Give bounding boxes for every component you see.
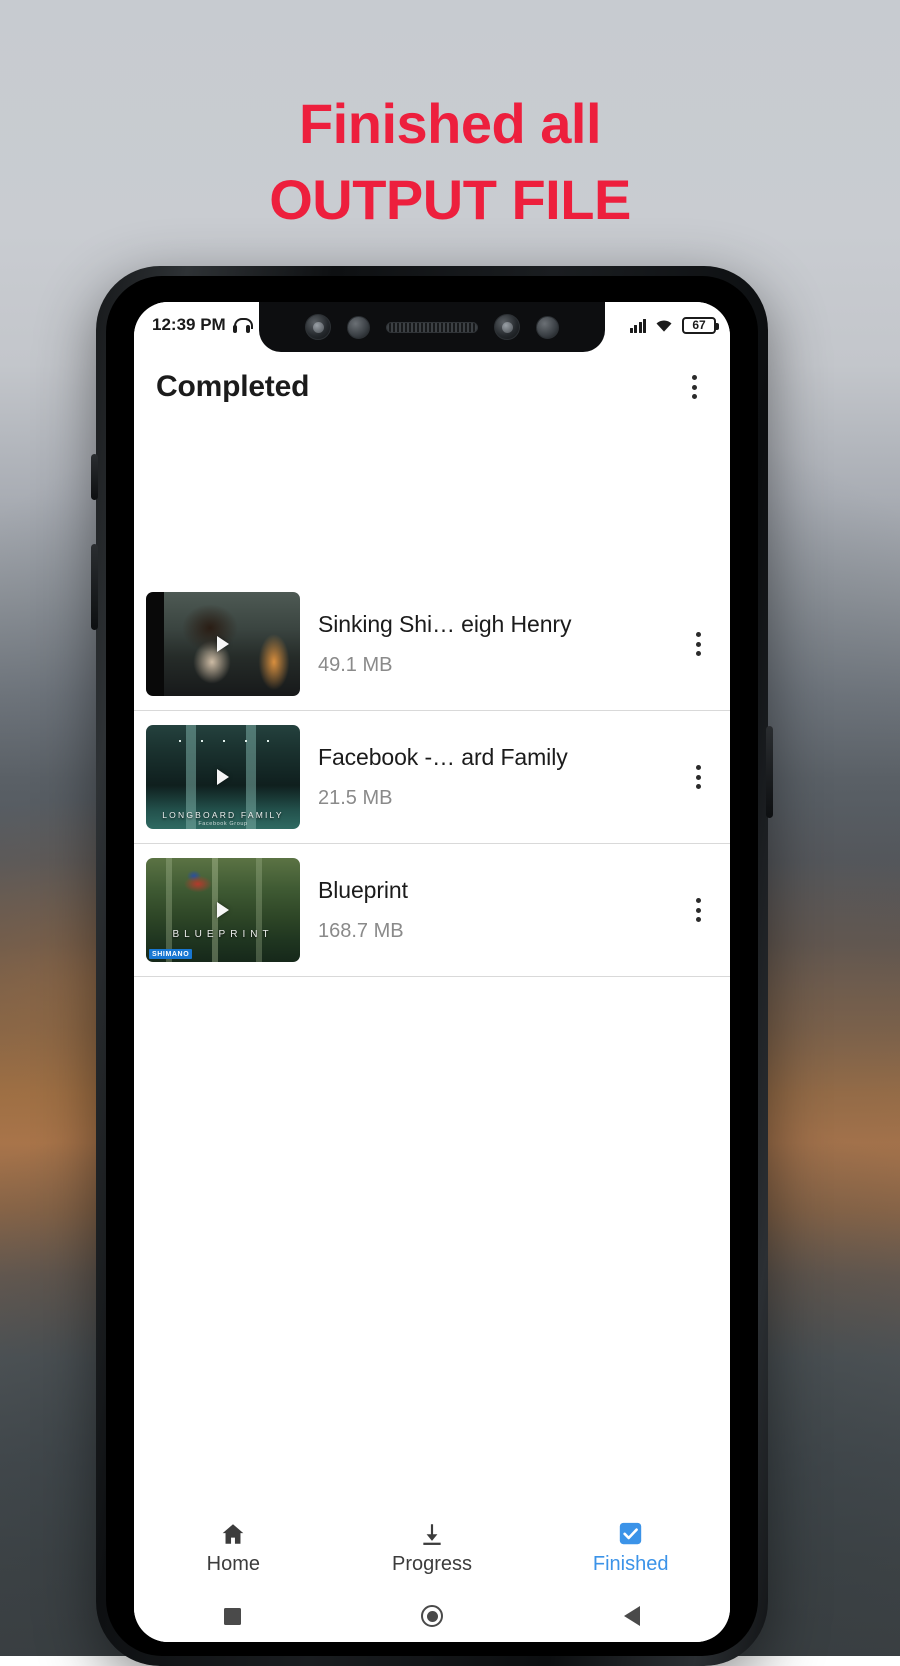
phone-screen: 12:39 PM 67: [134, 302, 730, 1642]
list-item-title: Blueprint: [318, 877, 680, 904]
video-thumbnail[interactable]: LONGBOARD FAMILY Facebook Group: [146, 725, 300, 829]
headline-line-2: OUTPUT FILE: [0, 162, 900, 238]
circle-home-icon[interactable]: [421, 1605, 443, 1627]
earpiece-speaker: [386, 322, 478, 333]
thumbnail-caption: LONGBOARD FAMILY: [146, 810, 300, 820]
list-item-size: 168.7 MB: [318, 920, 680, 943]
status-bar-clock: 12:39 PM: [152, 315, 226, 335]
thumbnail-caption: BLUEPRINT: [146, 929, 300, 940]
display-notch: [259, 302, 605, 352]
list-item-size: 21.5 MB: [318, 787, 680, 810]
completed-list: Sinking Shi… eigh Henry 49.1 MB LONGBOAR…: [134, 578, 730, 977]
home-icon: [219, 1521, 247, 1547]
list-item[interactable]: LONGBOARD FAMILY Facebook Group Facebook…: [134, 711, 730, 844]
headphone-icon: [233, 318, 250, 333]
play-icon: [217, 902, 229, 918]
thumbnail-subcaption: Facebook Group: [146, 821, 300, 827]
list-item-size: 49.1 MB: [318, 654, 680, 677]
bottom-navigation-bar: Home Progress Finished: [134, 1506, 730, 1590]
wifi-icon: [654, 318, 674, 333]
triangle-back-icon[interactable]: [624, 1606, 640, 1626]
download-icon: [419, 1521, 445, 1547]
kebab-menu-icon[interactable]: [680, 890, 716, 930]
nav-tab-finished[interactable]: Finished: [531, 1520, 730, 1576]
front-camera-icon: [305, 314, 331, 340]
play-icon: [217, 769, 229, 785]
play-icon: [217, 636, 229, 652]
sensor-icon: [347, 316, 370, 339]
list-item-title: Facebook -… ard Family: [318, 744, 680, 771]
nav-tab-home[interactable]: Home: [134, 1521, 333, 1576]
kebab-menu-icon[interactable]: [680, 624, 716, 664]
battery-level-text: 67: [692, 318, 705, 332]
kebab-menu-icon[interactable]: [680, 757, 716, 797]
list-item[interactable]: BLUEPRINT SHIMANO Blueprint 168.7 MB: [134, 844, 730, 977]
battery-indicator: 67: [682, 317, 716, 334]
check-box-icon: [617, 1520, 644, 1547]
headline-line-1: Finished all: [299, 92, 601, 155]
list-item-title: Sinking Shi… eigh Henry: [318, 611, 680, 638]
volume-up-button[interactable]: [91, 454, 98, 500]
video-thumbnail[interactable]: BLUEPRINT SHIMANO: [146, 858, 300, 962]
nav-tab-progress-label: Progress: [392, 1553, 472, 1576]
square-recents-icon[interactable]: [224, 1608, 241, 1625]
phone-device-frame: 12:39 PM 67: [96, 266, 768, 1666]
promo-headline: Finished all OUTPUT FILE: [0, 86, 900, 237]
nav-tab-home-label: Home: [207, 1553, 260, 1576]
front-camera-secondary-icon: [494, 314, 520, 340]
kebab-menu-icon[interactable]: [676, 367, 712, 407]
android-system-nav: [134, 1590, 730, 1642]
nav-tab-progress[interactable]: Progress: [333, 1521, 532, 1576]
proximity-sensor-icon: [536, 316, 559, 339]
volume-down-button[interactable]: [91, 544, 98, 630]
completed-downloads-content: Sinking Shi… eigh Henry 49.1 MB LONGBOAR…: [134, 426, 730, 1490]
list-item[interactable]: Sinking Shi… eigh Henry 49.1 MB: [134, 578, 730, 711]
app-bar: Completed: [134, 348, 730, 426]
video-thumbnail[interactable]: [146, 592, 300, 696]
signal-bars-icon: [630, 318, 647, 333]
thumbnail-brand-badge: SHIMANO: [149, 949, 192, 959]
nav-tab-finished-label: Finished: [593, 1553, 669, 1576]
power-button[interactable]: [766, 726, 773, 818]
page-title: Completed: [156, 370, 309, 404]
